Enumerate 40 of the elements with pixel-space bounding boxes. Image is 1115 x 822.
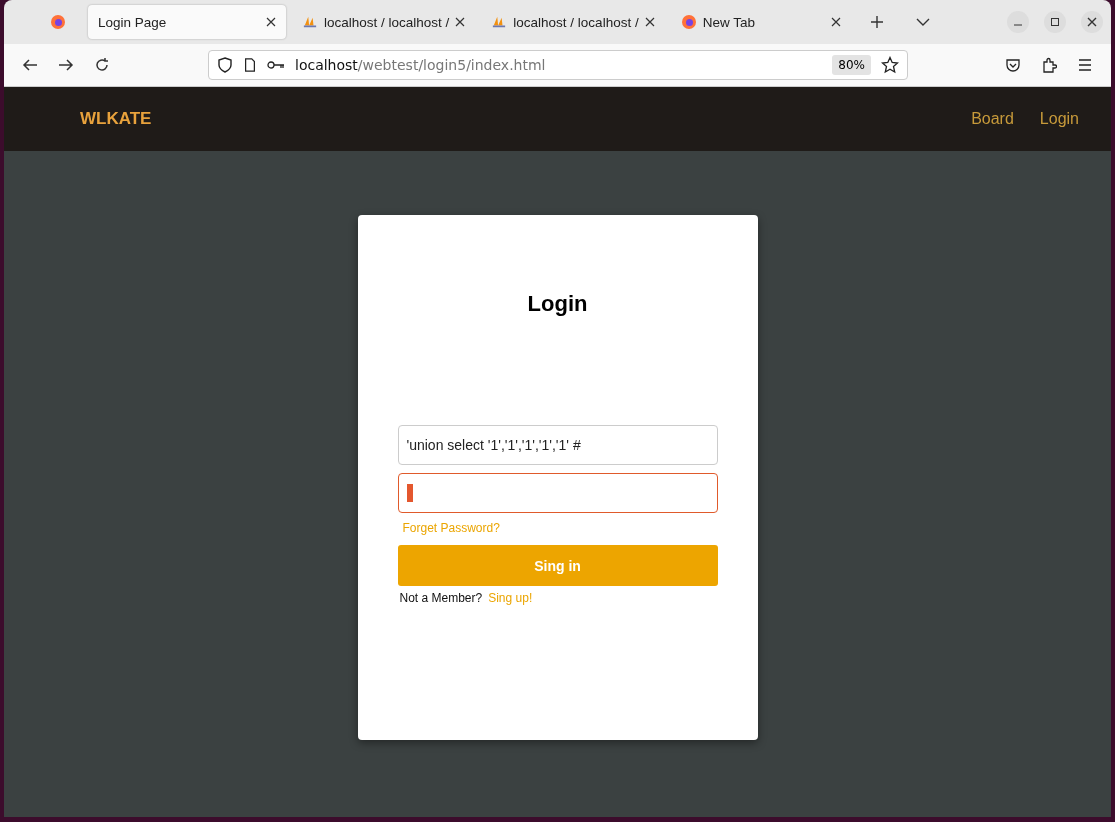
- nav-link[interactable]: Login: [1039, 110, 1079, 128]
- tab-title: localhost / localhost /: [513, 14, 639, 30]
- sailboat-icon: [302, 15, 318, 29]
- star-icon[interactable]: [881, 56, 899, 74]
- pocket-icon[interactable]: [1005, 57, 1021, 73]
- member-text: Not a Member?: [399, 591, 483, 605]
- tab-title: localhost / localhost /: [324, 14, 450, 30]
- key-icon: [267, 60, 285, 70]
- browser-tab[interactable]: New Tab: [670, 5, 851, 39]
- password-input[interactable]: [397, 473, 718, 513]
- shield-icon: [217, 57, 233, 73]
- menu-icon[interactable]: [1077, 57, 1093, 73]
- browser-tab[interactable]: localhost / localhost /: [481, 5, 665, 39]
- browser-logo-icon: [50, 14, 66, 30]
- close-icon[interactable]: [830, 17, 841, 27]
- plus-icon[interactable]: [869, 15, 884, 29]
- back-arrow-icon[interactable]: [22, 57, 38, 73]
- nav-link[interactable]: Board: [971, 110, 1014, 128]
- minimize-icon[interactable]: [1007, 11, 1029, 33]
- address-bar[interactable]: localhost/webtest/login5/index.html 80%: [208, 50, 908, 80]
- maximize-icon[interactable]: [1044, 11, 1066, 33]
- username-input[interactable]: 'union select '1','1','1','1','1' #: [397, 425, 718, 465]
- tab-title: New Tab: [702, 14, 756, 30]
- sailboat-icon: [491, 15, 508, 29]
- close-icon[interactable]: [644, 17, 655, 27]
- close-icon[interactable]: [1081, 11, 1103, 33]
- zoom-level-badge[interactable]: 80%: [832, 55, 871, 75]
- brand-link[interactable]: WLKATE: [80, 109, 152, 129]
- puzzle-icon[interactable]: [1041, 57, 1057, 73]
- close-icon[interactable]: [455, 17, 466, 27]
- tab-title: Login Page: [98, 14, 168, 30]
- browser-tab[interactable]: Login Page: [88, 5, 286, 39]
- reload-icon[interactable]: [94, 57, 110, 73]
- forward-arrow-icon[interactable]: [58, 57, 74, 73]
- url-text: localhost/webtest/login5/index.html: [295, 57, 547, 73]
- browser-tab[interactable]: localhost / localhost /: [292, 5, 476, 39]
- login-title: Login: [527, 291, 588, 317]
- browser-logo-icon: [680, 14, 697, 30]
- page-icon: [243, 57, 257, 73]
- close-icon[interactable]: [266, 17, 276, 27]
